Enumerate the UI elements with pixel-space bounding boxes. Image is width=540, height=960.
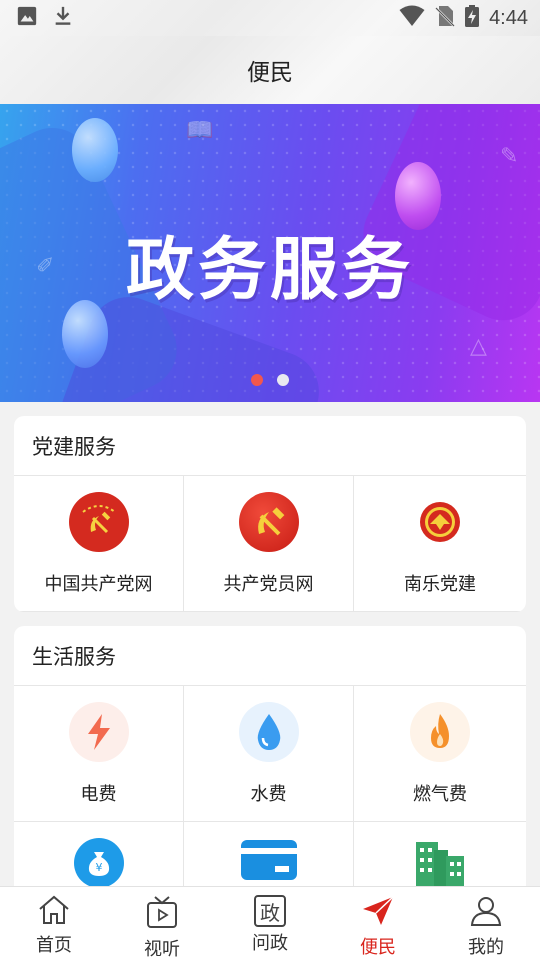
tab-label: 问政 [252, 933, 288, 954]
status-bar: 4:44 [0, 0, 540, 36]
book-doodle-icon: 📖 [186, 118, 214, 143]
money-bag-icon: ¥ [73, 838, 124, 888]
tab-label: 便民 [360, 937, 396, 958]
ruler-doodle-icon: △ [470, 334, 487, 359]
download-icon [52, 4, 74, 32]
building-icon [414, 838, 466, 886]
tab-home[interactable]: 首页 [0, 887, 108, 960]
party-building-badge-icon [410, 492, 470, 552]
wifi-icon [399, 5, 425, 31]
user-icon [469, 895, 503, 931]
tab-inquiry[interactable]: 政 问政 [216, 887, 324, 960]
service-item-water[interactable]: 水费 [184, 686, 354, 822]
banner-headline: 政务服务 [125, 231, 414, 310]
water-drop-icon [238, 702, 299, 762]
home-icon [37, 895, 71, 929]
service-label: 水费 [250, 784, 287, 805]
document-doodle-icon: ✎ [500, 144, 519, 169]
banner-bubble [72, 118, 118, 182]
service-label: 燃气费 [413, 784, 467, 805]
service-label: 电费 [80, 784, 117, 805]
tab-label: 视听 [144, 939, 180, 960]
lightning-icon [68, 702, 129, 762]
service-item-party-website[interactable]: 中国共产党网 [14, 476, 184, 612]
service-label: 中国共产党网 [44, 574, 153, 595]
tv-icon [145, 895, 179, 933]
section-title: 生活服务 [14, 626, 526, 686]
section-title: 党建服务 [14, 416, 526, 476]
tab-mine[interactable]: 我的 [432, 887, 540, 960]
service-label: 共产党员网 [223, 574, 314, 595]
no-sim-icon [435, 5, 455, 31]
tab-audiovisual[interactable]: 视听 [108, 887, 216, 960]
svg-text:¥: ¥ [95, 861, 102, 874]
carousel-dot[interactable] [277, 374, 289, 386]
status-time: 4:44 [489, 6, 528, 29]
service-item-party-member-website[interactable]: 共产党员网 [184, 476, 354, 612]
zheng-icon: 政 [254, 895, 286, 927]
service-item-nanle-party[interactable]: 南乐党建 [354, 476, 526, 612]
hammer-sickle-icon [238, 492, 299, 552]
tab-label: 我的 [468, 937, 504, 958]
service-item-gas[interactable]: 燃气费 [354, 686, 526, 822]
tab-label: 首页 [36, 935, 72, 956]
page-title: 便民 [247, 60, 293, 86]
service-label: 南乐党建 [404, 574, 476, 595]
bottom-tab-bar: 首页 视听 政 问政 便民 我的 [0, 886, 540, 960]
paper-plane-icon [361, 895, 395, 931]
card-icon [240, 838, 297, 882]
party-emblem-icon [68, 492, 129, 552]
carousel-dot-active[interactable] [251, 374, 263, 386]
banner-carousel[interactable]: 📖 ✎ ✐ △ 政务服务 [0, 104, 540, 402]
page-header: 便民 [0, 36, 540, 104]
image-icon [16, 5, 38, 31]
carousel-indicators [0, 374, 540, 386]
party-services-card: 党建服务 中国共产党网 共产党员网 南乐党建 [14, 416, 526, 612]
flame-icon [410, 702, 470, 762]
battery-charging-icon [465, 5, 480, 31]
tab-convenience[interactable]: 便民 [324, 887, 432, 960]
life-services-card: 生活服务 电费 水费 燃气费 ¥ [14, 626, 526, 926]
service-item-electricity[interactable]: 电费 [14, 686, 184, 822]
